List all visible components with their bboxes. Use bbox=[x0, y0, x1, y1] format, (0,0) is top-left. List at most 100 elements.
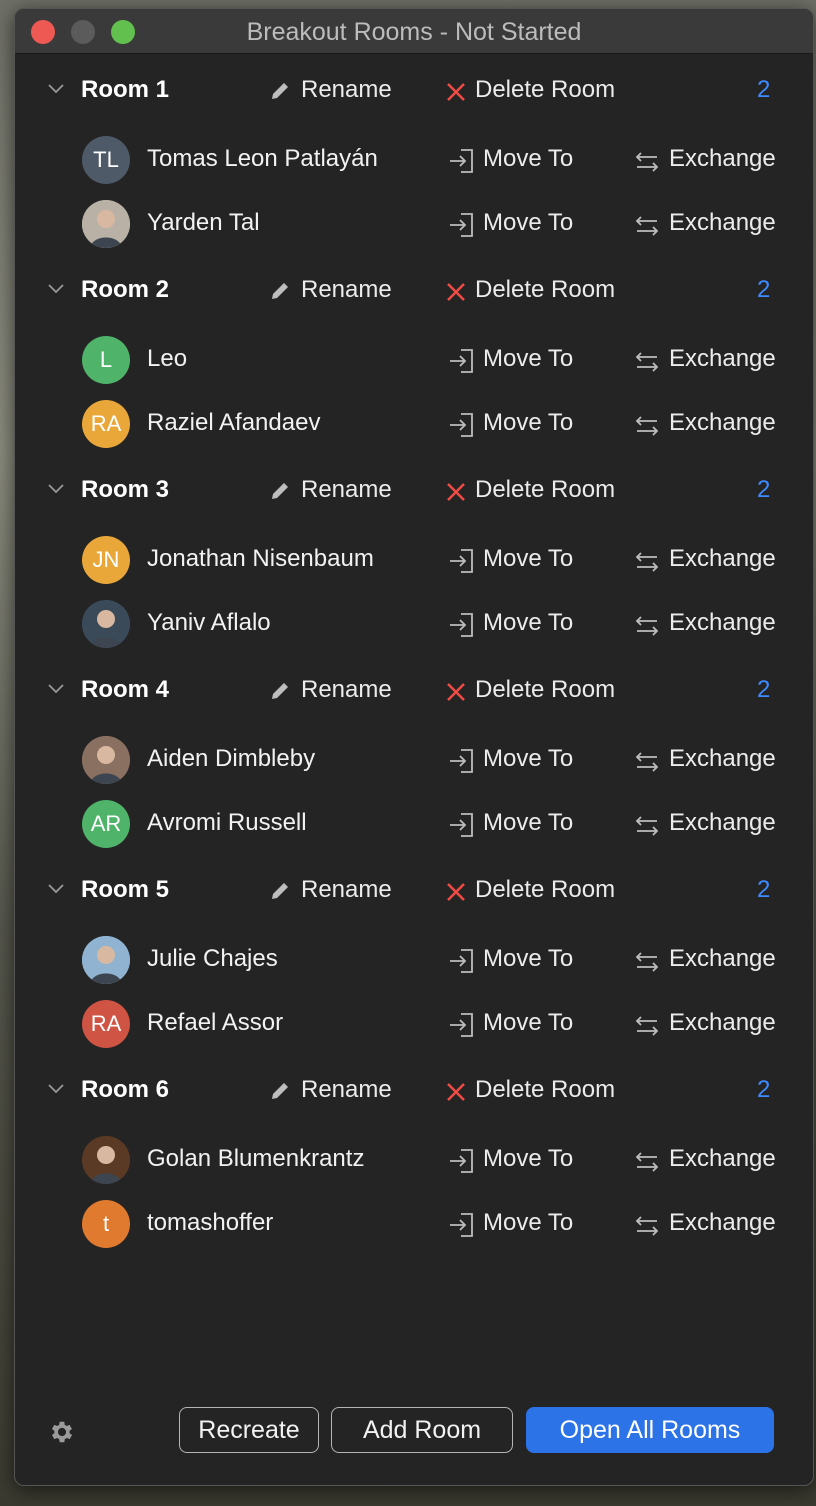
delete-room-label: Delete Room bbox=[475, 76, 616, 103]
exchange-label: Exchange bbox=[669, 409, 776, 436]
rename-label: Rename bbox=[301, 476, 392, 503]
move-to-label: Move To bbox=[483, 209, 574, 236]
move-to-label: Move To bbox=[483, 145, 574, 172]
participant-count: 2 bbox=[757, 476, 771, 503]
exchange-label: Exchange bbox=[669, 209, 776, 236]
participant-row: Golan Blumenkrantz Move To Exchange bbox=[15, 1136, 813, 1184]
participant-name: Avromi Russell bbox=[147, 809, 307, 836]
avatar-photo bbox=[82, 736, 130, 784]
exchange-label: Exchange bbox=[669, 945, 776, 972]
exchange-label: Exchange bbox=[669, 609, 776, 636]
avatar bbox=[82, 200, 130, 248]
chevron-down-icon[interactable] bbox=[47, 680, 65, 698]
open-all-rooms-button[interactable]: Open All Rooms bbox=[526, 1407, 774, 1453]
avatar: t bbox=[82, 1200, 130, 1248]
participant-count: 2 bbox=[757, 76, 771, 103]
move-to-label: Move To bbox=[483, 1209, 574, 1236]
chevron-down-icon[interactable] bbox=[47, 80, 65, 98]
move-to-label: Move To bbox=[483, 1009, 574, 1036]
avatar: TL bbox=[82, 136, 130, 184]
avatar: AR bbox=[82, 800, 130, 848]
participant-row: AR Avromi Russell Move To Exchange bbox=[15, 800, 813, 848]
avatar: RA bbox=[82, 1000, 130, 1048]
window-title: Breakout Rooms - Not Started bbox=[246, 18, 582, 46]
exchange-label: Exchange bbox=[669, 1009, 776, 1036]
chevron-down-icon[interactable] bbox=[47, 280, 65, 298]
move-to-label: Move To bbox=[483, 745, 574, 772]
rename-label: Rename bbox=[301, 876, 392, 903]
recreate-button[interactable]: Recreate bbox=[179, 1407, 319, 1453]
participant-row: Yaniv Aflalo Move To Exchange bbox=[15, 600, 813, 648]
participant-count: 2 bbox=[757, 1076, 771, 1103]
participant-name: Raziel Afandaev bbox=[147, 409, 321, 436]
participant-count: 2 bbox=[757, 276, 771, 303]
participant-name: Tomas Leon Patlayán bbox=[147, 145, 378, 172]
participant-name: Jonathan Nisenbaum bbox=[147, 545, 374, 572]
participant-name: tomashoffer bbox=[147, 1209, 274, 1236]
exchange-label: Exchange bbox=[669, 1209, 776, 1236]
participant-row: t tomashoffer Move To Exchange bbox=[15, 1200, 813, 1248]
participant-count: 2 bbox=[757, 676, 771, 703]
breakout-rooms-window: Breakout Rooms - Not Started Room 1 Renam… bbox=[14, 8, 814, 1486]
gear-icon[interactable] bbox=[48, 1418, 76, 1446]
chevron-down-icon[interactable] bbox=[47, 880, 65, 898]
participant-row: RA Refael Assor Move To Exchange bbox=[15, 1000, 813, 1048]
avatar-initials: RA bbox=[90, 411, 122, 436]
room-header: Room 5 Rename Delete Room 2 bbox=[15, 872, 813, 912]
delete-room-label: Delete Room bbox=[475, 276, 616, 303]
chevron-down-icon[interactable] bbox=[47, 480, 65, 498]
move-to-label: Move To bbox=[483, 609, 574, 636]
avatar bbox=[82, 1136, 130, 1184]
room-name: Room 4 bbox=[81, 676, 170, 703]
avatar-initials: t bbox=[102, 1211, 110, 1236]
room-name: Room 2 bbox=[81, 276, 170, 303]
chevron-down-icon[interactable] bbox=[47, 1080, 65, 1098]
participant-row: L Leo Move To Exchange bbox=[15, 336, 813, 384]
avatar bbox=[82, 600, 130, 648]
title-bar: Breakout Rooms - Not Started bbox=[15, 9, 813, 54]
avatar-initials: TL bbox=[93, 147, 119, 172]
avatar: JN bbox=[82, 536, 130, 584]
exchange-label: Exchange bbox=[669, 745, 776, 772]
participant-row: Julie Chajes Move To Exchange bbox=[15, 936, 813, 984]
avatar-photo bbox=[82, 936, 130, 984]
participant-name: Aiden Dimbleby bbox=[147, 745, 316, 772]
participant-row: Yarden Tal Move To Exchange bbox=[15, 200, 813, 248]
move-to-label: Move To bbox=[483, 345, 574, 372]
add-room-button[interactable]: Add Room bbox=[331, 1407, 513, 1453]
participant-row: TL Tomas Leon Patlayán Move To Exchange bbox=[15, 136, 813, 184]
rename-label: Rename bbox=[301, 676, 392, 703]
participant-count: 2 bbox=[757, 876, 771, 903]
room-header: Room 4 Rename Delete Room 2 bbox=[15, 672, 813, 712]
exchange-label: Exchange bbox=[669, 145, 776, 172]
avatar-photo bbox=[82, 200, 130, 248]
participant-name: Golan Blumenkrantz bbox=[147, 1145, 365, 1172]
rename-label: Rename bbox=[301, 276, 392, 303]
avatar-photo bbox=[82, 1136, 130, 1184]
participant-name: Julie Chajes bbox=[147, 945, 278, 972]
room-header: Room 6 Rename Delete Room 2 bbox=[15, 1072, 813, 1112]
avatar bbox=[82, 936, 130, 984]
avatar: RA bbox=[82, 400, 130, 448]
rename-label: Rename bbox=[301, 1076, 392, 1103]
avatar-initials: RA bbox=[90, 1011, 122, 1036]
delete-room-label: Delete Room bbox=[475, 1076, 616, 1103]
participant-name: Refael Assor bbox=[147, 1009, 284, 1036]
delete-room-label: Delete Room bbox=[475, 476, 616, 503]
participant-name: Yarden Tal bbox=[147, 209, 260, 236]
participant-name: Yaniv Aflalo bbox=[147, 609, 271, 636]
room-header: Room 2 Rename Delete Room 2 bbox=[15, 272, 813, 312]
participant-row: Aiden Dimbleby Move To Exchange bbox=[15, 736, 813, 784]
exchange-label: Exchange bbox=[669, 1145, 776, 1172]
move-to-label: Move To bbox=[483, 809, 574, 836]
move-to-label: Move To bbox=[483, 1145, 574, 1172]
room-name: Room 3 bbox=[81, 476, 170, 503]
move-to-label: Move To bbox=[483, 945, 574, 972]
rename-label: Rename bbox=[301, 76, 392, 103]
avatar-initials: JN bbox=[92, 547, 120, 572]
move-to-label: Move To bbox=[483, 545, 574, 572]
exchange-label: Exchange bbox=[669, 345, 776, 372]
avatar-initials: L bbox=[99, 347, 113, 372]
room-name: Room 1 bbox=[81, 76, 170, 103]
delete-room-label: Delete Room bbox=[475, 876, 616, 903]
